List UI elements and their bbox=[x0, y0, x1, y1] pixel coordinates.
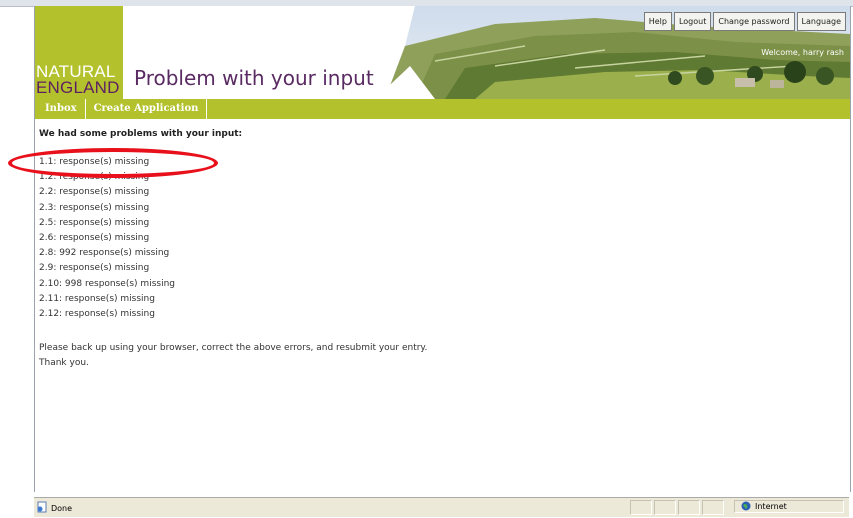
status-left: Done bbox=[36, 501, 72, 515]
error-item: 2.3: response(s) missing bbox=[39, 202, 150, 213]
page-done-icon bbox=[36, 501, 48, 515]
browser-status-bar: Done Internet bbox=[34, 497, 849, 517]
natural-england-logo[interactable]: NATURAL ENGLAND bbox=[35, 6, 123, 99]
error-item: 2.10: 998 response(s) missing bbox=[39, 278, 175, 289]
status-panes bbox=[630, 500, 724, 515]
status-pane bbox=[702, 500, 724, 515]
help-button[interactable]: Help bbox=[643, 12, 672, 31]
error-item: 2.5: response(s) missing bbox=[39, 217, 150, 228]
status-pane bbox=[630, 500, 652, 515]
instruction-message: Please back up using your browser, corre… bbox=[39, 341, 839, 371]
instruction-line: Please back up using your browser, corre… bbox=[39, 343, 428, 354]
error-item: 2.6: response(s) missing bbox=[39, 232, 150, 243]
logout-button[interactable]: Logout bbox=[673, 12, 712, 31]
logo-text-england: ENGLAND bbox=[36, 78, 120, 97]
main-navigation-bar: Inbox Create Application bbox=[35, 99, 850, 119]
thank-you-line: Thank you. bbox=[39, 358, 89, 369]
security-zone[interactable]: Internet bbox=[734, 500, 844, 513]
error-item: 2.2: response(s) missing bbox=[39, 187, 150, 198]
error-item: 2.8: 992 response(s) missing bbox=[39, 248, 170, 259]
change-password-button[interactable]: Change password bbox=[713, 12, 795, 31]
error-item: 1.1: response(s) missing bbox=[39, 157, 150, 167]
status-text: Done bbox=[51, 503, 73, 513]
site-header: NATURAL ENGLAND Problem with your input bbox=[35, 6, 850, 99]
error-item: 2.11: response(s) missing bbox=[39, 293, 155, 304]
error-item: 2.12: response(s) missing bbox=[39, 308, 155, 319]
page-title: Problem with your input bbox=[134, 66, 374, 90]
top-navigation: Help Logout Change password Language bbox=[643, 12, 846, 31]
error-heading: We had some problems with your input: bbox=[39, 129, 243, 139]
nav-inbox[interactable]: Inbox bbox=[35, 99, 86, 119]
zone-text: Internet bbox=[755, 502, 787, 511]
error-list: 1.1: response(s) missing 1.2: response(s… bbox=[39, 155, 839, 322]
status-pane bbox=[654, 500, 676, 515]
error-item: 2.9: response(s) missing bbox=[39, 263, 150, 274]
status-pane bbox=[678, 500, 700, 515]
error-item: 1.2: response(s) missing bbox=[39, 172, 150, 183]
nav-create-application[interactable]: Create Application bbox=[86, 99, 208, 119]
internet-globe-icon bbox=[741, 501, 751, 513]
browser-content-area: NATURAL ENGLAND Problem with your input bbox=[34, 6, 851, 492]
error-content: We had some problems with your input: 1.… bbox=[39, 128, 839, 371]
welcome-message: Welcome, harry rash bbox=[761, 48, 844, 57]
language-button[interactable]: Language bbox=[796, 12, 846, 31]
